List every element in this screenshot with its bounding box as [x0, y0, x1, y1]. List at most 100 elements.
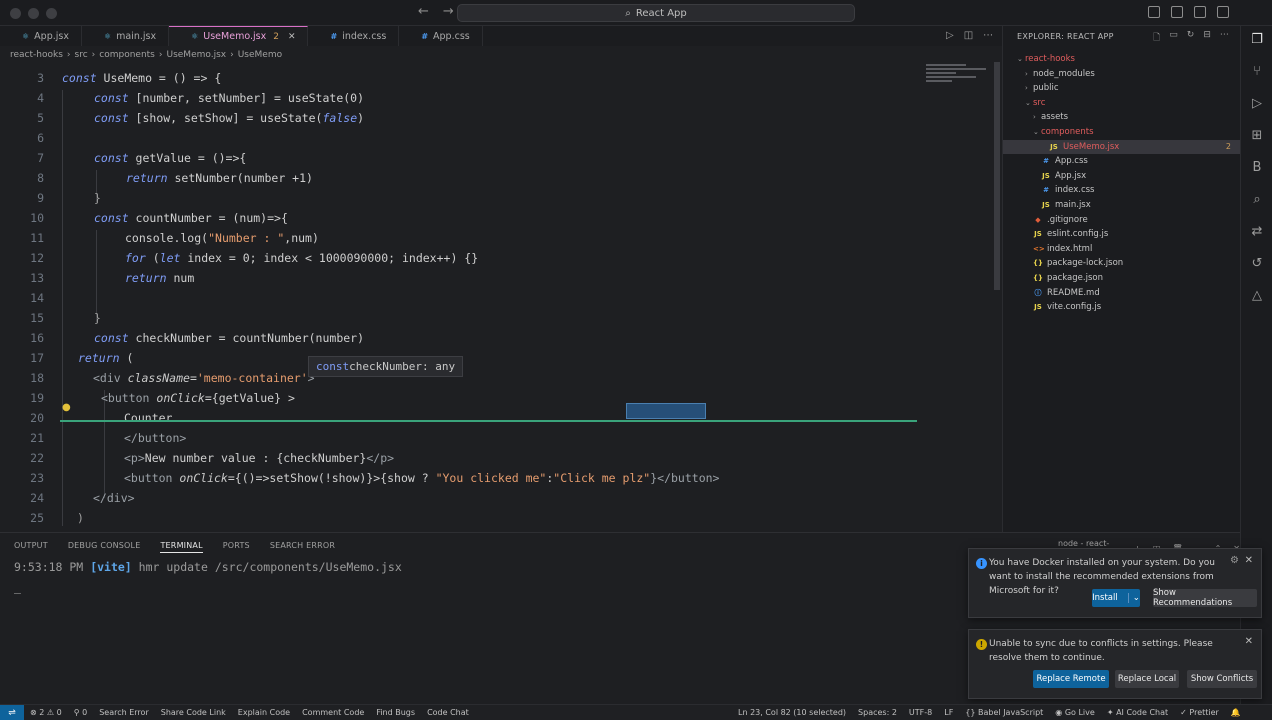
chevron-down-icon[interactable]: ⌄	[1127, 593, 1140, 603]
encoding[interactable]: UTF-8	[909, 708, 932, 717]
tree-file[interactable]: JS UseMemo.jsx 2	[1003, 139, 1241, 154]
breadcrumb-item[interactable]: src	[75, 50, 88, 60]
line-number: 22	[30, 451, 44, 465]
show-conflicts-button[interactable]: Show Conflicts	[1187, 670, 1257, 688]
tab-usememo-jsx[interactable]: ⚛ UseMemo.jsx 2 ✕	[169, 26, 309, 46]
back-arrow-icon[interactable]: ←	[418, 4, 429, 19]
replace-remote-button[interactable]: Replace Remote	[1033, 670, 1109, 688]
panel-tab-ports[interactable]: PORTS	[223, 541, 250, 553]
install-button[interactable]: Install ⌄	[1092, 589, 1140, 607]
close-icon[interactable]: ✕	[1245, 636, 1253, 647]
code-token: className	[127, 371, 190, 385]
tree-file[interactable]: <> index.html	[1003, 242, 1241, 256]
replace-local-button[interactable]: Replace Local	[1115, 670, 1179, 688]
status-item[interactable]: Comment Code	[302, 708, 364, 717]
run-debug-icon[interactable]: ▷	[1249, 96, 1265, 112]
ai-code-chat[interactable]: ✦ AI Code Chat	[1107, 708, 1168, 717]
tree-file[interactable]: {} package.json	[1003, 271, 1241, 285]
bookmark-icon[interactable]: B	[1249, 160, 1265, 176]
terminal-output[interactable]: 9:53:18 PM [vite] hmr update /src/compon…	[14, 560, 402, 594]
minimap[interactable]	[922, 62, 1000, 98]
breadcrumb-item[interactable]: UseMemo.jsx	[166, 50, 226, 60]
tree-folder[interactable]: ⌄ src	[1003, 96, 1241, 110]
collapse-all-icon[interactable]: ⊟	[1203, 30, 1211, 46]
tree-folder[interactable]: › assets	[1003, 110, 1241, 124]
tree-folder[interactable]: ⌄ react-hooks	[1003, 52, 1241, 66]
cursor-position[interactable]: Ln 23, Col 82 (10 selected)	[738, 708, 846, 717]
panel-tab-output[interactable]: OUTPUT	[14, 541, 48, 553]
remote-indicator-icon[interactable]: ⇌	[0, 705, 24, 720]
tab-index-css[interactable]: # index.css	[308, 26, 400, 46]
more-icon[interactable]: ⋯	[1220, 30, 1229, 46]
split-editor-icon[interactable]: ◫	[964, 30, 973, 41]
tree-file[interactable]: JS eslint.config.js	[1003, 227, 1241, 241]
toggle-primary-sidebar-icon[interactable]	[1148, 6, 1160, 18]
tree-file[interactable]: ◆ .gitignore	[1003, 213, 1241, 227]
timeline-icon[interactable]: ↺	[1249, 256, 1265, 272]
tab-app-jsx[interactable]: ⚛ App.jsx	[0, 26, 82, 46]
code-line: 19 <button onClick={getValue} >	[0, 388, 920, 408]
tab-app-css[interactable]: # App.css	[399, 26, 483, 46]
tree-file[interactable]: # App.css	[1003, 154, 1241, 168]
gear-icon[interactable]: ⚙	[1230, 555, 1239, 566]
show-recommendations-button[interactable]: Show Recommendations	[1153, 588, 1257, 608]
source-control-icon[interactable]: ⑂	[1249, 64, 1265, 80]
json-file-icon: {}	[1033, 274, 1043, 282]
new-file-icon[interactable]: 🗋	[1153, 30, 1160, 46]
tree-folder[interactable]: › node_modules	[1003, 67, 1241, 81]
tree-file[interactable]: JS main.jsx	[1003, 198, 1241, 212]
indentation[interactable]: Spaces: 2	[858, 708, 897, 717]
new-folder-icon[interactable]: ▭	[1169, 30, 1178, 46]
maximize-window-button[interactable]	[46, 8, 57, 19]
breadcrumb-item[interactable]: UseMemo	[238, 50, 282, 60]
line-number: 4	[37, 91, 44, 105]
prettier[interactable]: ✓ Prettier	[1180, 708, 1219, 717]
close-icon[interactable]: ✕	[1245, 555, 1253, 566]
status-item[interactable]: Code Chat	[427, 708, 469, 717]
ports-indicator[interactable]: ⚲ 0	[74, 708, 88, 717]
tree-file[interactable]: JS vite.config.js	[1003, 300, 1241, 314]
azure-icon[interactable]: △	[1249, 288, 1265, 304]
tree-folder[interactable]: ⌄ components	[1003, 125, 1241, 139]
more-actions-icon[interactable]: ⋯	[983, 30, 993, 41]
close-tab-icon[interactable]: ✕	[288, 32, 296, 42]
breadcrumb-item[interactable]: react-hooks	[10, 50, 63, 60]
status-item[interactable]: Search Error	[99, 708, 149, 717]
extensions-icon[interactable]: ⊞	[1249, 128, 1265, 144]
tree-file[interactable]: {} package-lock.json	[1003, 256, 1241, 270]
panel-tab-debug-console[interactable]: DEBUG CONSOLE	[68, 541, 141, 553]
editor-scrollbar[interactable]	[994, 62, 1000, 290]
tab-main-jsx[interactable]: ⚛ main.jsx	[82, 26, 170, 46]
status-item[interactable]: Explain Code	[238, 708, 290, 717]
toggle-panel-icon[interactable]	[1171, 6, 1183, 18]
remote-explorer-icon[interactable]: ⇄	[1249, 224, 1265, 240]
tree-file[interactable]: JS App.jsx	[1003, 169, 1241, 183]
bell-icon[interactable]: 🔔	[1231, 708, 1241, 717]
search-icon[interactable]: ⌕	[1249, 192, 1265, 208]
forward-arrow-icon[interactable]: →	[443, 4, 454, 19]
status-item[interactable]: Find Bugs	[376, 708, 415, 717]
panel-tab-search-error[interactable]: SEARCH ERROR	[270, 541, 335, 553]
panel-tab-terminal[interactable]: TERMINAL	[160, 541, 203, 553]
tree-folder[interactable]: › public	[1003, 81, 1241, 95]
lightbulb-icon[interactable]: ●	[62, 402, 71, 413]
customize-layout-icon[interactable]	[1217, 6, 1229, 18]
explorer-icon[interactable]: ❐	[1249, 32, 1265, 48]
close-window-button[interactable]	[10, 8, 21, 19]
window-controls[interactable]	[10, 8, 57, 19]
line-ending[interactable]: LF	[944, 708, 953, 717]
problems-indicator[interactable]: ⊗ 2 ⚠ 0	[30, 708, 62, 717]
go-live[interactable]: ◉ Go Live	[1055, 708, 1095, 717]
run-icon[interactable]: ▷	[946, 30, 954, 41]
tree-file[interactable]: ⓘ README.md	[1003, 286, 1241, 300]
command-center-search[interactable]: ⌕ React App	[457, 4, 855, 22]
tree-item-label: src	[1033, 97, 1046, 108]
status-item[interactable]: Share Code Link	[161, 708, 226, 717]
language-mode[interactable]: {} Babel JavaScript	[965, 708, 1043, 717]
breadcrumb-item[interactable]: components	[99, 50, 155, 60]
refresh-icon[interactable]: ↻	[1187, 30, 1195, 46]
code-editor[interactable]: 3 const UseMemo = () => { 4 const [numbe…	[0, 66, 1002, 528]
minimize-window-button[interactable]	[28, 8, 39, 19]
tree-file[interactable]: # index.css	[1003, 183, 1241, 197]
toggle-secondary-sidebar-icon[interactable]	[1194, 6, 1206, 18]
